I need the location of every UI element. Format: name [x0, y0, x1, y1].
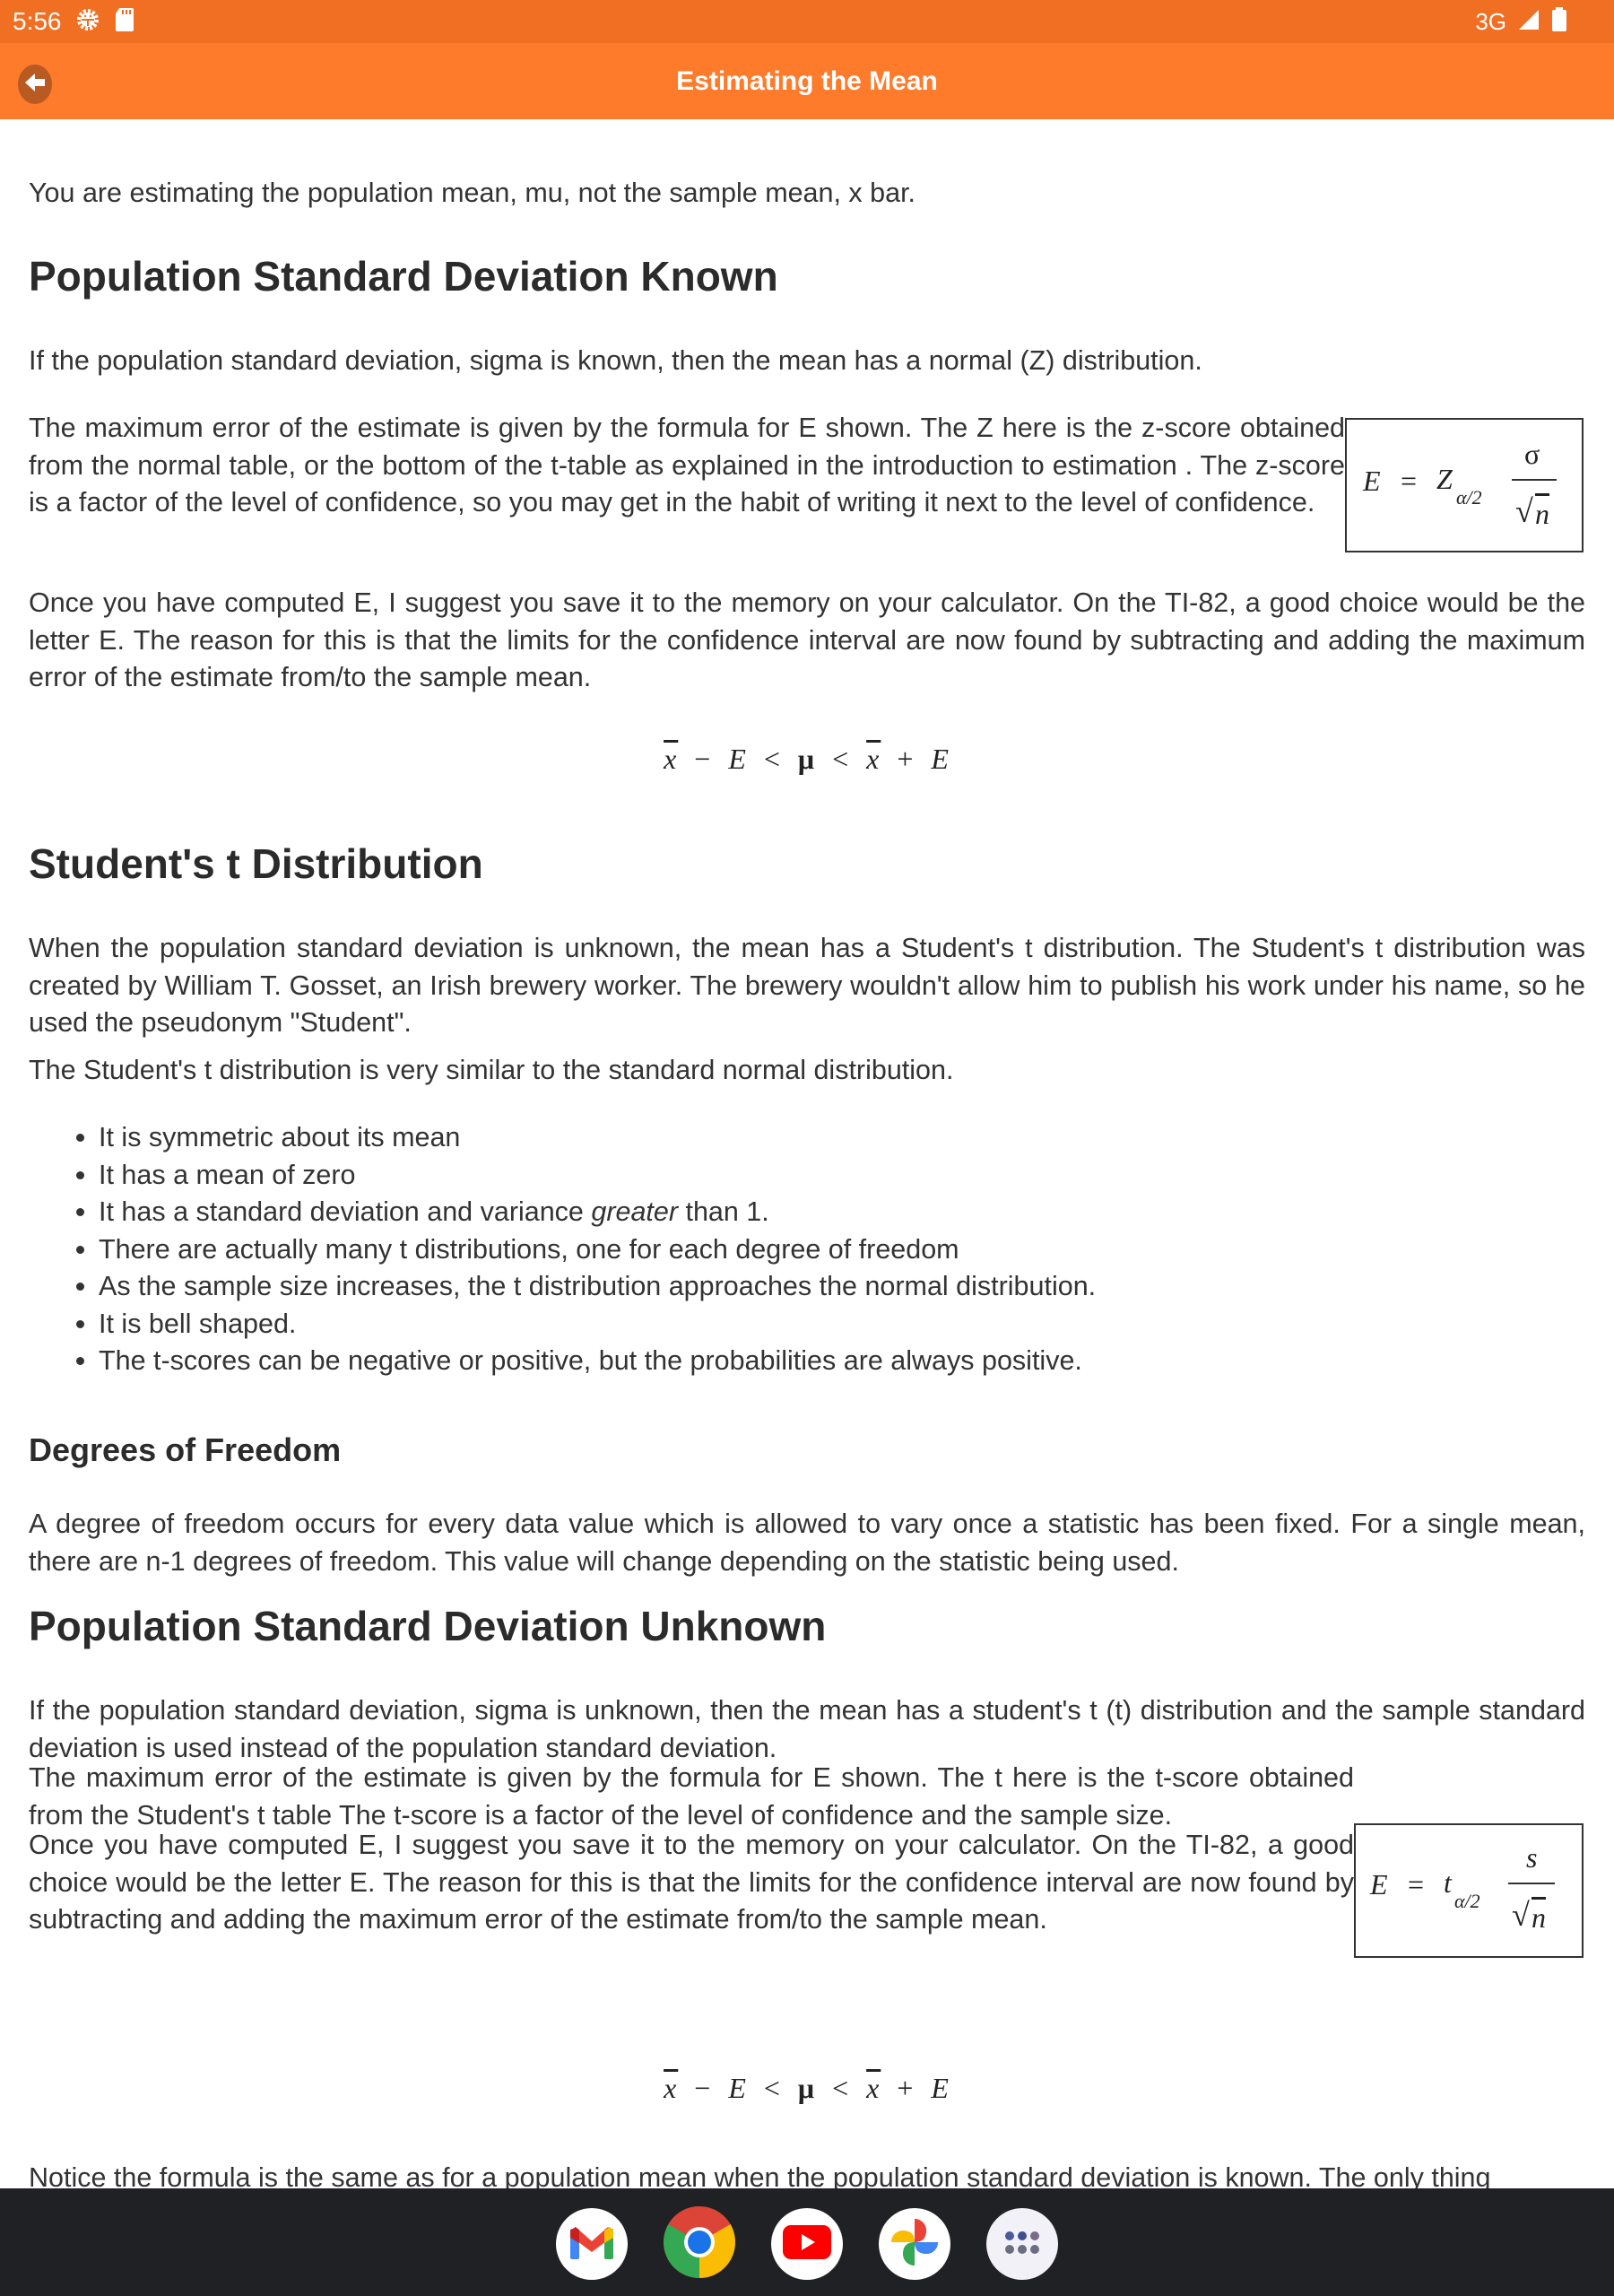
list-item: It has a mean of zero	[99, 1157, 1578, 1195]
t-properties-list: It is symmetric about its mean It has a …	[72, 1119, 1578, 1380]
minus-sign: −	[694, 743, 713, 775]
formula-numerator: σ	[1524, 438, 1540, 470]
xbar: x	[866, 743, 881, 775]
plus-sign: +	[897, 743, 915, 775]
emphasis: greater	[591, 1196, 678, 1227]
app-dock	[0, 2188, 1614, 2296]
list-item-text: than 1.	[678, 1196, 769, 1227]
less-than: <	[763, 2072, 782, 2104]
list-item: There are actually many t distributions,…	[99, 1231, 1578, 1269]
list-item: The t-scores can be negative or positive…	[99, 1343, 1578, 1380]
gmail-icon	[568, 2223, 615, 2266]
list-item-text: It has a standard deviation and variance	[99, 1196, 592, 1227]
status-bar: 5:56 3G	[0, 0, 1614, 43]
dock-app-drawer[interactable]	[986, 2208, 1058, 2280]
less-than: <	[832, 2072, 851, 2104]
formula-denominator: n	[1532, 1897, 1546, 1937]
paragraph-save-memory-t: Once you have computed E, I suggest you …	[29, 1830, 1354, 1935]
formula-t: t	[1444, 1866, 1452, 1899]
battery-icon	[1551, 6, 1567, 38]
paragraph-normal-distribution: If the population standard deviation, si…	[29, 345, 1202, 376]
app-bar: Estimating the Mean	[0, 43, 1614, 119]
formula-e-z: E = Z α/2 σ √ n	[1345, 418, 1584, 552]
list-item: It is bell shaped.	[99, 1306, 1578, 1344]
chrome-icon	[664, 2205, 735, 2283]
xbar: x	[866, 2072, 881, 2104]
list-item: It is symmetric about its mean	[99, 1119, 1578, 1157]
paragraph-max-error-z: The maximum error of the estimate is giv…	[29, 413, 1345, 517]
mu-symbol: μ	[797, 2072, 817, 2104]
minus-sign: −	[694, 2072, 713, 2104]
signal-icon	[1517, 8, 1540, 36]
list-item: It has a standard deviation and variance…	[99, 1194, 1578, 1231]
fraction-bar	[1508, 1883, 1555, 1884]
paragraph-save-memory: Once you have computed E, I suggest you …	[29, 587, 1585, 692]
heading-degrees-of-freedom: Degrees of Freedom	[29, 1431, 342, 1468]
e-symbol: E	[728, 2072, 748, 2104]
e-symbol: E	[931, 2072, 950, 2104]
paragraph-gosset: When the population standard deviation i…	[29, 933, 1585, 1038]
confidence-interval-inequality-t: x − E < μ < x + E	[29, 2070, 1585, 2108]
formula-denominator: n	[1535, 493, 1549, 534]
formula-lhs: E	[1363, 465, 1381, 497]
dock-youtube[interactable]	[771, 2208, 843, 2280]
e-symbol: E	[728, 743, 748, 775]
formula-lhs: E	[1370, 1868, 1388, 1900]
formula-equals: =	[1408, 1868, 1425, 1900]
paragraph-t-distribution: If the population standard deviation, si…	[29, 1695, 1585, 1763]
paragraph-degrees-of-freedom: A degree of freedom occurs for every dat…	[29, 1509, 1585, 1577]
intro-paragraph: You are estimating the population mean, …	[29, 178, 916, 208]
heading-sd-known: Population Standard Deviation Known	[29, 253, 778, 300]
dock-chrome[interactable]	[664, 2205, 735, 2283]
status-time: 5:56	[13, 7, 62, 35]
photos-icon	[888, 2215, 941, 2274]
network-type: 3G	[1475, 7, 1506, 35]
xbar: x	[664, 743, 679, 775]
paragraph-similar-normal: The Student's t distribution is very sim…	[29, 1055, 954, 1085]
sqrt-symbol: √	[1512, 1897, 1530, 1933]
formula-e-t: E = t α/2 s √ n	[1354, 1823, 1584, 1958]
e-symbol: E	[931, 743, 950, 775]
formula-subscript: α/2	[1454, 1890, 1480, 1912]
settings-gear-icon	[74, 6, 101, 38]
dock-gmail[interactable]	[556, 2208, 628, 2280]
formula-subscript: α/2	[1456, 486, 1482, 509]
page-title: Estimating the Mean	[676, 66, 938, 96]
formula-numerator: s	[1526, 1841, 1538, 1874]
mu-symbol: μ	[797, 743, 817, 775]
heading-sd-unknown: Population Standard Deviation Unknown	[29, 1603, 827, 1649]
app-grid-icon	[1002, 2229, 1042, 2260]
less-than: <	[763, 743, 782, 775]
xbar: x	[664, 2072, 679, 2104]
dock-photos[interactable]	[879, 2208, 950, 2280]
plus-sign: +	[897, 2072, 915, 2104]
sqrt-symbol: √	[1515, 493, 1533, 529]
paragraph-max-error-t: The maximum error of the estimate is giv…	[29, 1762, 1354, 1831]
fraction-bar	[1512, 479, 1557, 481]
formula-equals: =	[1401, 465, 1418, 497]
sd-card-icon	[114, 6, 135, 38]
youtube-icon	[783, 2224, 831, 2264]
less-than: <	[832, 743, 851, 775]
heading-student-t: Student's t Distribution	[29, 840, 483, 887]
confidence-interval-inequality: x − E < μ < x + E	[29, 741, 1585, 778]
list-item: As the sample size increases, the t dist…	[99, 1268, 1578, 1306]
formula-z: Z	[1436, 463, 1453, 495]
